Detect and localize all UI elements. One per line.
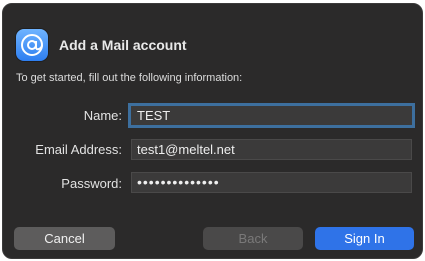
email-label: Email Address: <box>35 142 122 157</box>
password-field[interactable]: •••••••••••••• <box>131 172 412 193</box>
dialog-title: Add a Mail account <box>59 37 187 53</box>
dialog-header: Add a Mail account <box>16 29 187 61</box>
cancel-button[interactable]: Cancel <box>14 227 115 250</box>
at-sign-icon <box>16 29 48 61</box>
back-button[interactable]: Back <box>203 227 303 250</box>
email-field[interactable]: test1@meltel.net <box>131 139 412 160</box>
sign-in-button[interactable]: Sign In <box>315 227 414 250</box>
name-field[interactable]: TEST <box>128 103 415 128</box>
name-label: Name: <box>83 108 122 123</box>
password-label: Password: <box>61 176 122 191</box>
intro-text: To get started, fill out the following i… <box>16 72 243 84</box>
add-mail-account-dialog: Add a Mail account To get started, fill … <box>2 3 423 259</box>
